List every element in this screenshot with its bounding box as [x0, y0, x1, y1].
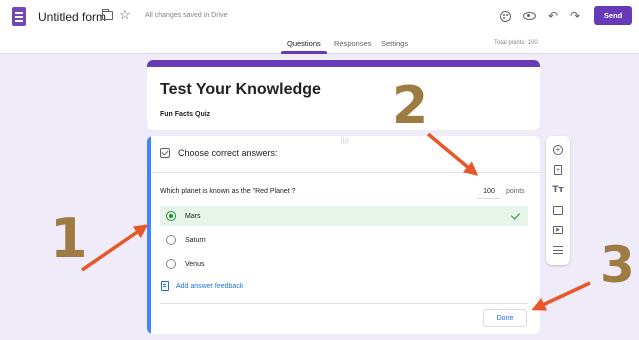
import-questions-icon[interactable]: +: [552, 164, 564, 176]
form-title-card[interactable]: Test Your Knowledge Fun Facts Quiz: [147, 60, 540, 130]
redo-icon[interactable]: ↷: [567, 8, 583, 24]
send-button[interactable]: Send: [594, 6, 632, 25]
option-mars[interactable]: Mars: [160, 206, 528, 226]
folder-icon[interactable]: [101, 8, 113, 20]
add-video-icon[interactable]: ▶: [552, 224, 564, 236]
annotation-number-2: 2: [392, 76, 429, 136]
form-title[interactable]: Untitled form: [38, 10, 106, 24]
annotation-arrow-1: [81, 224, 149, 272]
add-feedback-link[interactable]: Add answer feedback: [161, 281, 243, 291]
option-venus[interactable]: Venus: [160, 254, 528, 274]
star-icon[interactable]: ☆: [119, 8, 131, 21]
done-button[interactable]: Done: [483, 309, 527, 327]
choose-answers-label: Choose correct answers:: [178, 148, 278, 158]
forms-app-icon[interactable]: [12, 7, 26, 26]
eye-icon[interactable]: [521, 8, 537, 24]
choose-answers-header: Choose correct answers:: [160, 148, 278, 158]
radio-icon[interactable]: [166, 259, 176, 269]
checkbox-icon: [160, 148, 170, 158]
option-label: Venus: [185, 260, 205, 268]
add-section-icon[interactable]: [552, 244, 564, 256]
tab-questions[interactable]: Questions: [287, 39, 321, 48]
drag-handle-icon[interactable]: ⠿⠿: [340, 139, 349, 146]
add-image-icon[interactable]: [552, 204, 564, 216]
radio-icon[interactable]: [166, 235, 176, 245]
total-points: Total points: 100: [494, 40, 538, 46]
divider: [151, 172, 540, 173]
option-label: Mars: [185, 212, 201, 220]
floating-toolbar: + + Tт ▶: [546, 136, 570, 265]
undo-icon[interactable]: ↶: [545, 8, 561, 24]
feedback-label[interactable]: Add answer feedback: [176, 283, 243, 290]
divider: [160, 303, 528, 304]
radio-selected-icon[interactable]: [166, 211, 176, 221]
tab-responses[interactable]: Responses: [334, 39, 372, 48]
option-saturn[interactable]: Saturn: [160, 230, 528, 250]
annotation-number-3: 3: [600, 236, 635, 294]
active-tab-indicator: [281, 51, 327, 54]
quiz-description[interactable]: Fun Facts Quiz: [160, 111, 210, 118]
tab-settings[interactable]: Settings: [381, 39, 408, 48]
question-text: Which planet is known as the "Red Planet…: [160, 188, 296, 195]
annotation-arrow-3: [531, 281, 591, 311]
annotation-number-1: 1: [50, 207, 88, 270]
option-label: Saturn: [185, 236, 206, 244]
feedback-icon: [161, 281, 169, 291]
points-label: points: [506, 188, 525, 195]
points-input[interactable]: 100: [477, 186, 501, 199]
quiz-title[interactable]: Test Your Knowledge: [160, 81, 321, 99]
top-bar: Untitled form ☆ All changes saved in Dri…: [0, 0, 639, 34]
correct-check-icon: [510, 210, 521, 220]
add-question-icon[interactable]: +: [552, 144, 564, 156]
tabs-bar: Questions Responses Settings Total point…: [0, 34, 639, 54]
add-title-icon[interactable]: Tт: [552, 184, 564, 196]
saved-status: All changes saved in Drive: [145, 12, 228, 19]
question-card[interactable]: ⠿⠿ Choose correct answers: Which planet …: [147, 136, 540, 334]
palette-icon[interactable]: [497, 8, 513, 24]
active-card-indicator: [147, 136, 151, 334]
